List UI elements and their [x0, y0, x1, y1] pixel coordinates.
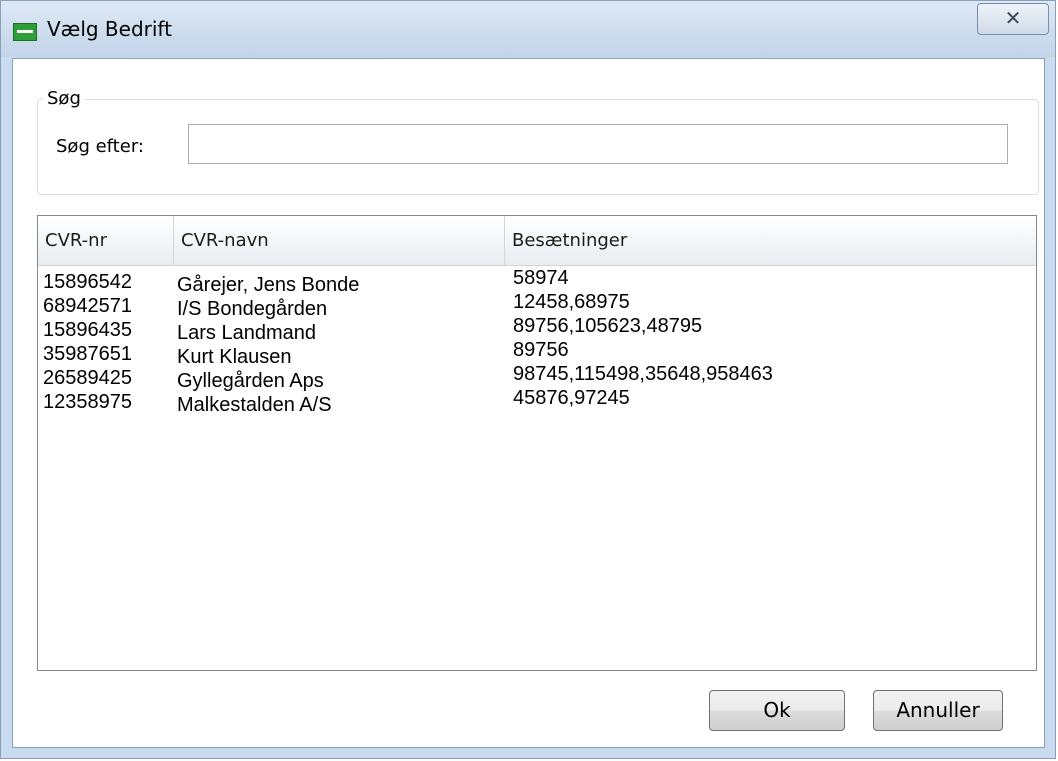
cell-besaetninger: 45876,97245 — [513, 387, 630, 409]
table-row[interactable]: 12358975 Malkestalden A/S 45876,97245 — [38, 387, 1036, 416]
cell-cvr-navn: I/S Bondegården — [177, 298, 328, 320]
close-icon: ✕ — [1004, 6, 1022, 30]
company-list[interactable]: CVR-nr CVR-navn Besætninger 15896542 Går… — [37, 215, 1037, 671]
cell-cvr-nr: 15896435 — [43, 319, 132, 341]
cell-cvr-navn: Gyllegården Aps — [177, 370, 324, 392]
search-input[interactable] — [188, 124, 1008, 164]
cell-besaetninger: 89756 — [513, 339, 569, 361]
dialog-window: Vælg Bedrift ✕ Søg Søg efter: CVR-nr CVR… — [0, 0, 1056, 759]
cell-cvr-navn: Kurt Klausen — [177, 346, 292, 368]
search-group-title: Søg — [43, 88, 85, 109]
cell-cvr-nr: 68942571 — [43, 295, 132, 317]
cell-besaetninger: 58974 — [513, 267, 569, 289]
cell-cvr-nr: 35987651 — [43, 343, 132, 365]
cell-besaetninger: 98745,115498,35648,958463 — [513, 363, 773, 385]
search-label: Søg efter: — [56, 136, 144, 157]
list-header: CVR-nr CVR-navn Besætninger — [38, 216, 1036, 266]
title-bar[interactable]: Vælg Bedrift ✕ — [1, 1, 1055, 57]
cell-cvr-nr: 26589425 — [43, 367, 132, 389]
window-title: Vælg Bedrift — [47, 17, 172, 41]
app-icon — [13, 23, 37, 41]
cell-besaetninger: 12458,68975 — [513, 291, 630, 313]
column-header-besaetninger[interactable]: Besætninger — [505, 216, 1036, 265]
list-rows: 15896542 Gårejer, Jens Bonde 58974 68942… — [38, 267, 1036, 416]
close-button[interactable]: ✕ — [977, 3, 1049, 35]
cell-cvr-nr: 15896542 — [43, 271, 132, 293]
cell-cvr-nr: 12358975 — [43, 391, 132, 413]
column-header-cvr-nr[interactable]: CVR-nr — [38, 216, 174, 265]
dialog-content: Søg Søg efter: CVR-nr CVR-navn Besætning… — [12, 58, 1045, 748]
cell-cvr-navn: Lars Landmand — [177, 322, 316, 344]
ok-button[interactable]: Ok — [709, 690, 845, 731]
cell-cvr-navn: Malkestalden A/S — [177, 394, 332, 416]
cancel-button[interactable]: Annuller — [873, 690, 1003, 731]
cell-besaetninger: 89756,105623,48795 — [513, 315, 703, 337]
cell-cvr-navn: Gårejer, Jens Bonde — [177, 274, 360, 296]
column-header-cvr-navn[interactable]: CVR-navn — [174, 216, 505, 265]
